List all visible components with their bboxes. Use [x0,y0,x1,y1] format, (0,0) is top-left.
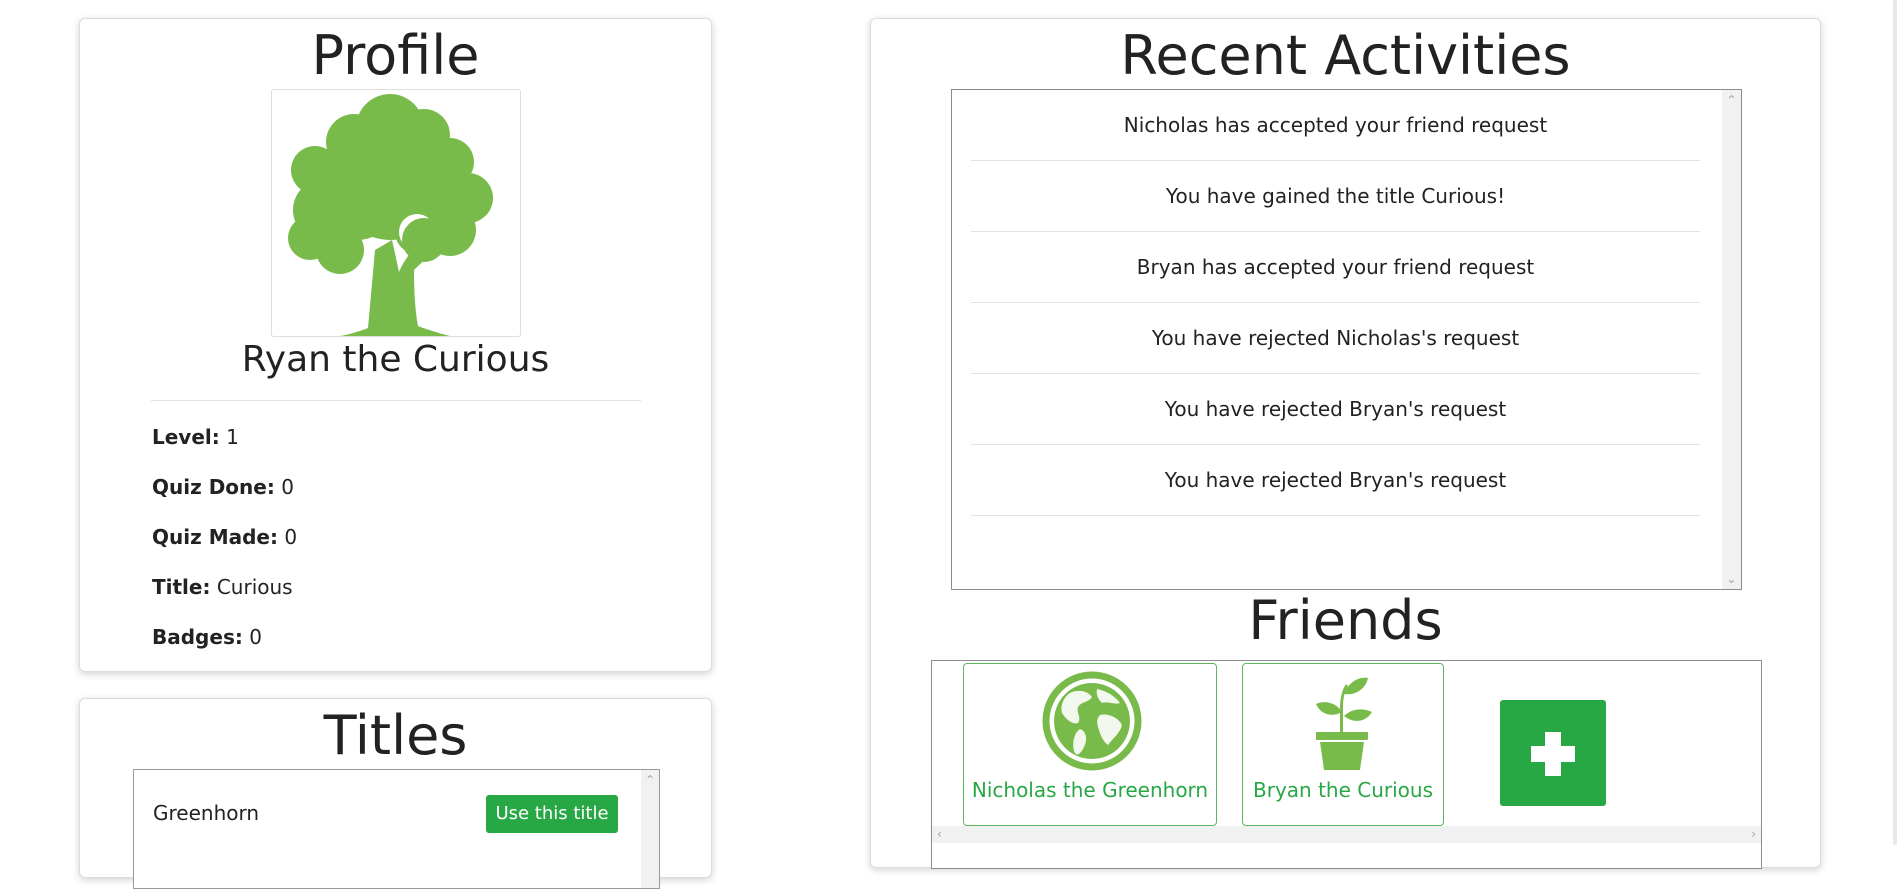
activity-item: Nicholas has accepted your friend reques… [971,90,1700,161]
scroll-left-icon[interactable]: ‹ [937,826,942,843]
stat-badges: Badges: 0 [152,624,262,650]
activities-list[interactable]: Nicholas has accepted your friend reques… [951,89,1742,590]
plus-icon [1531,732,1575,776]
stat-badges-value: 0 [249,625,262,649]
friends-heading: Friends [1248,589,1443,652]
titles-card: Titles Greenhorn Use this title ⌃ [79,698,712,889]
titles-scrollbar[interactable]: ⌃ [641,770,659,888]
stat-quiz-made: Quiz Made: 0 [152,524,297,550]
avatar [271,89,521,337]
activities-heading: Recent Activities [1120,24,1571,87]
scroll-up-icon[interactable]: ⌃ [1722,93,1741,107]
titles-heading: Titles [323,704,468,767]
friends-list[interactable]: Nicholas the Greenhorn Bryan the Curious [931,660,1762,869]
activities-card: Recent Activities Nicholas has accepted … [870,18,1821,869]
page-scrollbar-thumb[interactable] [1893,0,1897,845]
stat-title-label: Title: [152,575,211,599]
friend-name[interactable]: Nicholas the Greenhorn [964,777,1216,803]
scroll-up-icon[interactable]: ⌃ [641,773,659,787]
activity-item: You have rejected Nicholas's request [971,303,1700,374]
profile-card: Profile Ryan the Curious Level: 1 Quiz D… [79,18,712,672]
use-title-button[interactable]: Use this title [486,795,618,833]
stat-level-value: 1 [226,425,239,449]
scroll-down-icon[interactable]: ⌄ [1722,572,1741,586]
title-name: Greenhorn [153,801,260,825]
stat-badges-label: Badges: [152,625,243,649]
activity-item: You have rejected Bryan's request [971,374,1700,445]
stat-level: Level: 1 [152,424,239,450]
stat-quiz-done-value: 0 [281,475,294,499]
titles-list[interactable]: Greenhorn Use this title ⌃ [133,769,660,889]
profile-divider [151,400,641,401]
stat-title-value: Curious [216,575,293,599]
friends-scrollbar[interactable]: ‹ › [932,826,1761,843]
friend-card-nicholas[interactable]: Nicholas the Greenhorn [963,663,1217,826]
user-display-name: Ryan the Curious [241,339,550,380]
add-friend-button[interactable] [1500,700,1606,806]
page-scrollbar[interactable] [1887,0,1904,845]
friend-card-bryan[interactable]: Bryan the Curious [1242,663,1444,826]
stat-title: Title: Curious [152,574,293,600]
tree-icon [288,94,493,336]
stat-quiz-done: Quiz Done: 0 [152,474,294,500]
activities-scrollbar[interactable]: ⌃ ⌄ [1722,90,1741,589]
stat-level-label: Level: [152,425,220,449]
activity-item: You have gained the title Curious! [971,161,1700,232]
stat-quiz-done-label: Quiz Done: [152,475,275,499]
activity-item: Bryan has accepted your friend request [971,232,1700,303]
friend-name[interactable]: Bryan the Curious [1243,777,1443,803]
scroll-right-icon[interactable]: › [1751,826,1756,843]
globe-icon [1042,671,1142,771]
stat-quiz-made-value: 0 [284,525,298,549]
stat-quiz-made-label: Quiz Made: [152,525,278,549]
profile-heading: Profile [311,24,480,87]
potted-plant-icon [1316,677,1372,770]
activity-item: You have rejected Bryan's request [971,445,1700,516]
